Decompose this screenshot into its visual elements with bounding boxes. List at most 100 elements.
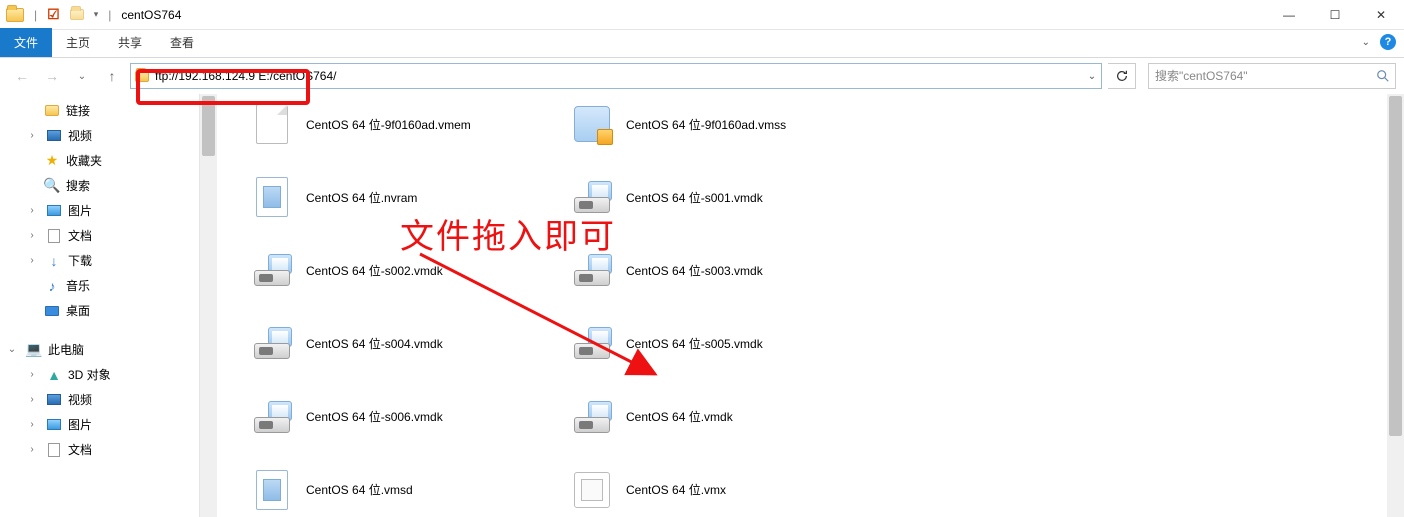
3d-icon: ▲ xyxy=(46,367,62,383)
file-item[interactable]: CentOS 64 位-9f0160ad.vmss xyxy=(570,100,880,148)
file-item[interactable]: CentOS 64 位-s005.vmdk xyxy=(570,319,880,367)
file-name: CentOS 64 位-9f0160ad.vmss xyxy=(626,116,786,133)
address-input[interactable] xyxy=(153,64,1083,88)
search-input[interactable] xyxy=(1149,69,1371,83)
tree-item-label: 链接 xyxy=(66,102,90,119)
nav-row: ← → ⌄ ↑ ⌄ xyxy=(0,58,1404,94)
file-item[interactable]: CentOS 64 位.vmx xyxy=(570,466,880,514)
nvram-icon xyxy=(250,175,294,219)
tree-item[interactable]: › 文档 xyxy=(0,437,199,462)
expander-icon[interactable]: › xyxy=(26,394,38,405)
file-item[interactable]: CentOS 64 位-s001.vmdk xyxy=(570,173,880,221)
file-item[interactable]: CentOS 64 位.vmdk xyxy=(570,393,880,441)
tab-share[interactable]: 共享 xyxy=(104,28,156,57)
tree-item-label: 视频 xyxy=(68,127,92,144)
minimize-button[interactable]: — xyxy=(1266,0,1312,29)
main-split: 链接›视频★收藏夹🔍搜索›图片›文档›↓下载♪音乐桌面⌄💻此电脑›▲3D 对象›… xyxy=(0,94,1404,517)
forward-button[interactable]: → xyxy=(40,64,64,88)
titlebar: | ☑ ▾ | centOS764 — ☐ ✕ xyxy=(0,0,1404,30)
file-name: CentOS 64 位-s003.vmdk xyxy=(626,262,763,279)
refresh-button[interactable] xyxy=(1108,63,1136,89)
file-name: CentOS 64 位.vmdk xyxy=(626,408,733,425)
tree-item[interactable]: ⌄💻此电脑 xyxy=(0,337,199,362)
expander-icon[interactable]: › xyxy=(26,444,38,455)
vmdk-icon xyxy=(250,248,294,292)
folder-icon xyxy=(6,8,24,22)
expander-icon[interactable]: › xyxy=(26,419,38,430)
dl-icon: ↓ xyxy=(46,253,62,269)
tree-item[interactable]: ›图片 xyxy=(0,198,199,223)
qat: | ☑ ▾ | xyxy=(6,6,111,23)
doc-icon xyxy=(46,228,62,244)
expander-icon[interactable]: ⌄ xyxy=(6,344,18,355)
back-button[interactable]: ← xyxy=(10,64,34,88)
divider: | xyxy=(108,8,111,22)
file-item[interactable]: CentOS 64 位-9f0160ad.vmem xyxy=(250,100,560,148)
file-item[interactable]: CentOS 64 位-s004.vmdk xyxy=(250,319,560,367)
file-name: CentOS 64 位.vmx xyxy=(626,481,726,498)
file-item[interactable]: CentOS 64 位.nvram xyxy=(250,173,560,221)
tree-item-label: 文档 xyxy=(68,441,92,458)
file-name: CentOS 64 位-9f0160ad.vmem xyxy=(306,116,471,133)
window-controls: — ☐ ✕ xyxy=(1266,0,1404,29)
check-icon[interactable]: ☑ xyxy=(47,6,60,23)
recent-dropdown[interactable]: ⌄ xyxy=(70,64,94,88)
file-name: CentOS 64 位-s001.vmdk xyxy=(626,189,763,206)
address-bar[interactable]: ⌄ xyxy=(130,63,1102,89)
divider: | xyxy=(34,8,37,22)
tree-item[interactable]: 链接 xyxy=(0,98,199,123)
file-item[interactable]: CentOS 64 位-s006.vmdk xyxy=(250,393,560,441)
tab-home[interactable]: 主页 xyxy=(52,28,104,57)
ribbon-tabs: 文件 主页 共享 查看 ⌄ ? xyxy=(0,30,1404,58)
tree-item[interactable]: ›文档 xyxy=(0,223,199,248)
search-icon[interactable] xyxy=(1371,69,1395,83)
search-box[interactable] xyxy=(1148,63,1396,89)
doc-icon xyxy=(46,442,62,458)
qat-dropdown-icon[interactable]: ▾ xyxy=(94,9,99,20)
video-icon xyxy=(46,392,62,408)
file-item[interactable]: CentOS 64 位.vmsd xyxy=(250,466,560,514)
tree-item[interactable]: 🔍搜索 xyxy=(0,173,199,198)
up-button[interactable]: ↑ xyxy=(100,64,124,88)
tree-item-label: 音乐 xyxy=(66,277,90,294)
vmss-icon xyxy=(570,102,614,146)
expander-icon[interactable]: › xyxy=(26,369,38,380)
tree-item[interactable]: ♪ 音乐 xyxy=(0,273,199,298)
vmdk-icon xyxy=(570,321,614,365)
search-icon: 🔍 xyxy=(44,178,60,194)
scrollbar-left[interactable] xyxy=(200,94,217,517)
tree-item[interactable]: ›图片 xyxy=(0,412,199,437)
expander-icon[interactable]: › xyxy=(26,130,38,141)
star-icon: ★ xyxy=(44,153,60,169)
tab-file[interactable]: 文件 xyxy=(0,28,52,57)
expander-icon[interactable]: › xyxy=(26,205,38,216)
music-icon: ♪ xyxy=(44,278,60,294)
file-name: CentOS 64 位-s004.vmdk xyxy=(306,335,443,352)
address-dropdown-icon[interactable]: ⌄ xyxy=(1083,71,1101,82)
close-button[interactable]: ✕ xyxy=(1358,0,1404,29)
file-item[interactable]: CentOS 64 位-s002.vmdk xyxy=(250,246,560,294)
tree-item[interactable]: ★收藏夹 xyxy=(0,148,199,173)
file-name: CentOS 64 位.vmsd xyxy=(306,481,413,498)
tree-item-label: 此电脑 xyxy=(48,341,84,358)
tab-view[interactable]: 查看 xyxy=(156,28,208,57)
tree-item[interactable]: ›↓下载 xyxy=(0,248,199,273)
tree-item[interactable]: ›▲3D 对象 xyxy=(0,362,199,387)
folder-icon xyxy=(131,71,153,82)
desktop-icon xyxy=(44,303,60,319)
file-item[interactable]: CentOS 64 位-s003.vmdk xyxy=(570,246,880,294)
tree-item[interactable]: › 视频 xyxy=(0,123,199,148)
help-icon[interactable]: ? xyxy=(1380,34,1396,50)
expander-icon[interactable]: › xyxy=(26,230,38,241)
vmdk-icon xyxy=(570,248,614,292)
file-name: CentOS 64 位-s002.vmdk xyxy=(306,262,443,279)
scrollbar-right[interactable] xyxy=(1387,94,1404,517)
expander-icon[interactable]: › xyxy=(26,255,38,266)
tree-item[interactable]: 桌面 xyxy=(0,298,199,323)
refresh-icon xyxy=(1115,69,1129,83)
maximize-button[interactable]: ☐ xyxy=(1312,0,1358,29)
tree-item-label: 桌面 xyxy=(66,302,90,319)
chevron-down-icon[interactable]: ⌄ xyxy=(1362,37,1370,48)
nav-tree: 链接›视频★收藏夹🔍搜索›图片›文档›↓下载♪音乐桌面⌄💻此电脑›▲3D 对象›… xyxy=(0,94,200,517)
tree-item[interactable]: ›视频 xyxy=(0,387,199,412)
